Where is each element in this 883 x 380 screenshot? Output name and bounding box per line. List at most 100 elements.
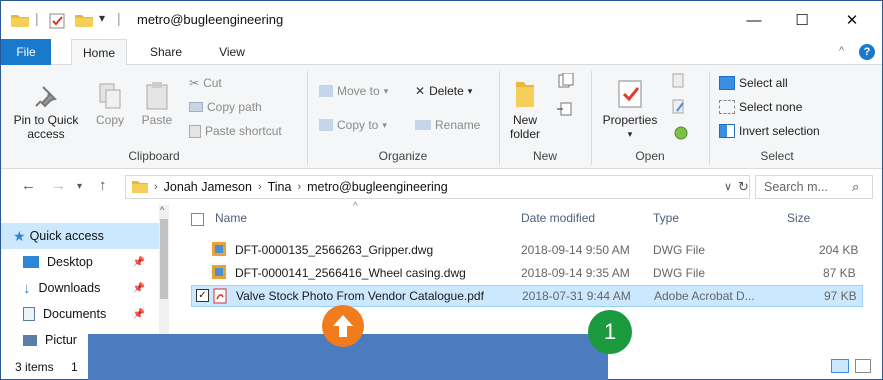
address-bar[interactable]: › Jonah Jameson › Tina › metro@bugleengi… <box>125 175 750 199</box>
history-icon[interactable] <box>669 123 691 144</box>
close-button[interactable]: ✕ <box>829 1 875 39</box>
new-item-icon[interactable] <box>557 72 579 92</box>
properties-label: Properties <box>602 113 658 127</box>
pictures-icon <box>23 334 37 346</box>
customize-qat-icon[interactable]: ▾ <box>99 11 105 25</box>
nav-scrollbar[interactable]: ^ <box>159 205 169 353</box>
row-checkbox[interactable]: ✓ <box>196 289 209 302</box>
nav-item-downloads[interactable]: ↓ Downloads 📌 <box>1 275 161 301</box>
recent-locations-icon[interactable]: ▾ <box>77 181 82 192</box>
search-box[interactable]: Search m... ⌕ <box>755 175 873 199</box>
properties-icon <box>597 75 663 113</box>
open-icon[interactable] <box>669 73 691 92</box>
invert-selection-button[interactable]: Invert selection <box>719 121 820 141</box>
file-row-selected[interactable]: ✓ Valve Stock Photo From Vendor Catalogu… <box>191 285 863 307</box>
column-header-type[interactable]: Type <box>653 211 679 225</box>
titlebar-divider: | <box>117 10 121 26</box>
chevron-down-icon: ▾ <box>627 129 633 139</box>
pin-to-quick-access-button[interactable]: Pin to Quick access <box>7 79 85 141</box>
nav-item-label: Desktop <box>47 255 93 269</box>
refresh-icon[interactable]: ↻ <box>738 179 749 195</box>
paste-shortcut-button[interactable]: Paste shortcut <box>189 121 282 141</box>
nav-item-quick-access[interactable]: ★ Quick access <box>1 223 161 249</box>
new-folder-icon[interactable] <box>75 13 93 30</box>
tab-file[interactable]: File <box>1 39 51 65</box>
properties-button[interactable]: Properties ▾ <box>597 75 663 141</box>
edit-icon[interactable] <box>669 99 691 118</box>
folder-icon <box>11 13 29 30</box>
pin-icon: 📌 <box>132 282 145 294</box>
titlebar-divider: | <box>35 10 39 26</box>
breadcrumb-separator: › <box>257 181 262 193</box>
easy-access-icon[interactable] <box>557 101 579 120</box>
window-title: metro@bugleengineering <box>137 12 284 27</box>
tab-share[interactable]: Share <box>141 39 191 65</box>
scroll-thumb[interactable] <box>160 219 168 299</box>
large-icons-view-icon[interactable] <box>855 359 871 373</box>
copy-button[interactable]: Copy <box>91 79 129 127</box>
paste-shortcut-icon <box>189 124 201 138</box>
column-header-name[interactable]: Name <box>215 211 247 225</box>
scissors-icon: ✂ <box>189 76 200 90</box>
file-type: Adobe Acrobat D... <box>654 289 755 303</box>
address-dropdown-icon[interactable]: ∨ <box>724 180 732 193</box>
cut-button[interactable]: ✂ Cut <box>189 73 222 93</box>
nav-item-desktop[interactable]: Desktop 📌 <box>1 249 161 275</box>
select-all-button[interactable]: Select all <box>719 73 788 93</box>
up-arrow-icon[interactable]: ↑ <box>99 177 107 194</box>
upload-arrow-icon[interactable] <box>322 305 364 347</box>
paste-button[interactable]: Paste <box>137 79 177 127</box>
breadcrumb-tina[interactable]: Tina <box>268 180 292 194</box>
copy-path-button[interactable]: Copy path <box>189 97 262 117</box>
help-icon[interactable]: ? <box>859 44 875 60</box>
paste-icon <box>137 79 177 113</box>
nav-item-documents[interactable]: Documents 📌 <box>1 301 161 327</box>
sort-ascending-icon: ^ <box>353 201 358 212</box>
select-all-checkbox[interactable] <box>191 213 204 226</box>
move-to-button[interactable]: Move to ▾ <box>319 81 388 101</box>
select-all-label: Select all <box>739 76 788 90</box>
delete-button[interactable]: ✕ Delete ▾ <box>415 81 472 101</box>
move-to-icon <box>319 85 333 97</box>
file-type: DWG File <box>653 266 705 280</box>
file-row[interactable]: DFT-0000141_2566416_Wheel casing.dwg 201… <box>191 262 863 284</box>
tab-home[interactable]: Home <box>71 39 127 66</box>
properties-check-icon[interactable] <box>49 13 65 32</box>
navigation-bar: ← → ▾ ↑ › Jonah Jameson › Tina › metro@b… <box>1 169 882 205</box>
details-view-icon[interactable] <box>831 359 849 373</box>
column-header-date-modified[interactable]: Date modified <box>521 211 595 225</box>
select-none-label: Select none <box>739 100 803 114</box>
delete-x-icon: ✕ <box>415 84 426 98</box>
pin-icon <box>7 79 85 113</box>
desktop-icon <box>23 256 39 268</box>
copy-to-button[interactable]: Copy to ▾ <box>319 115 387 135</box>
copy-path-icon <box>189 102 203 112</box>
back-arrow-icon[interactable]: ← <box>21 177 36 194</box>
scroll-up-icon[interactable]: ^ <box>160 205 164 215</box>
copy-to-icon <box>319 119 333 131</box>
maximize-button[interactable]: ☐ <box>779 1 825 39</box>
file-type: DWG File <box>653 243 705 257</box>
breadcrumb-current-folder[interactable]: metro@bugleengineering <box>307 180 448 194</box>
breadcrumb-jonah-jameson[interactable]: Jonah Jameson <box>164 180 252 194</box>
file-row[interactable]: DFT-0000135_2566263_Gripper.dwg 2018-09-… <box>191 239 863 261</box>
status-partial-text: 1 <box>71 360 78 374</box>
select-all-icon <box>719 76 735 90</box>
forward-arrow-icon[interactable]: → <box>51 177 66 194</box>
select-none-button[interactable]: Select none <box>719 97 802 117</box>
chevron-down-icon: ▾ <box>467 85 473 96</box>
search-icon: ⌕ <box>852 179 860 194</box>
rename-button[interactable]: Rename <box>415 115 480 135</box>
new-folder-label-line2: folder <box>509 127 541 141</box>
tab-view[interactable]: View <box>207 39 257 65</box>
pin-label-line2: access <box>27 127 65 141</box>
ribbon: Pin to Quick access Copy Paste ✂ Cut Copy… <box>1 65 882 169</box>
file-name: DFT-0000141_2566416_Wheel casing.dwg <box>235 266 466 280</box>
new-folder-label-line1: New <box>512 113 537 127</box>
file-name: DFT-0000135_2566263_Gripper.dwg <box>235 243 434 257</box>
minimize-button[interactable]: — <box>731 1 777 39</box>
new-folder-button[interactable]: New folder <box>503 75 547 141</box>
explorer-window: | ▾ | metro@bugleengineering — ☐ ✕ File … <box>0 0 883 380</box>
column-header-size[interactable]: Size <box>787 211 810 225</box>
collapse-ribbon-icon[interactable]: ^ <box>839 45 844 57</box>
